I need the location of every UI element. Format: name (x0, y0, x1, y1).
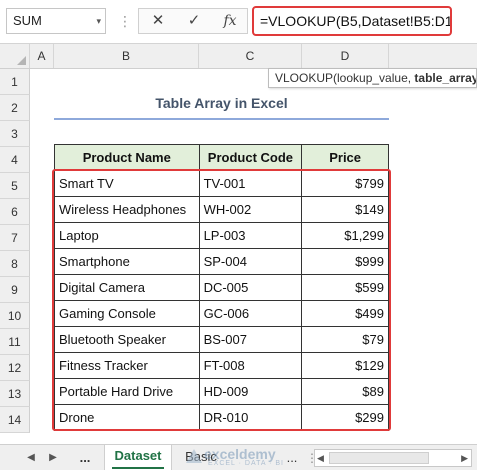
active-tab-indicator (112, 467, 164, 469)
header-product-name[interactable]: Product Name (54, 144, 200, 171)
column-header-b[interactable]: B (54, 44, 199, 68)
row-header[interactable]: 7 (0, 225, 30, 251)
cell-product-name[interactable]: Digital Camera (54, 274, 200, 301)
cell-price[interactable]: $799 (301, 170, 389, 197)
table-row: Drone DR-010 $299 (54, 404, 389, 431)
cell-price[interactable]: $999 (301, 248, 389, 275)
previous-sheet-icon[interactable]: ◀ (22, 448, 40, 468)
cell-price[interactable]: $499 (301, 300, 389, 327)
row-header[interactable]: 1 (0, 69, 30, 95)
row-header[interactable]: 2 (0, 95, 30, 121)
row-header[interactable]: 9 (0, 277, 30, 303)
cancel-icon[interactable]: ✕ (143, 9, 173, 33)
table-row: Portable Hard Drive HD-009 $89 (54, 378, 389, 405)
column-header-row: A B C D (0, 44, 477, 69)
formula-bar: SUM ▾ ⋮ ✕ ✓ fx =VLOOKUP(B5,Dataset!B5:D1… (0, 0, 477, 44)
name-box[interactable]: SUM ▾ (6, 8, 106, 34)
table-row: Gaming Console GC-006 $499 (54, 300, 389, 327)
cell-product-code[interactable]: TV-001 (198, 170, 303, 197)
table-row: Smart TV TV-001 $799 (54, 170, 389, 197)
watermark-tagline: EXCEL · DATA · BI (208, 460, 284, 467)
name-box-value: SUM (13, 13, 42, 28)
cell-price[interactable]: $1,299 (301, 222, 389, 249)
cell-price[interactable]: $299 (301, 404, 389, 431)
table-row: Digital Camera DC-005 $599 (54, 274, 389, 301)
column-header-c[interactable]: C (199, 44, 302, 68)
cell-product-code[interactable]: HD-009 (198, 378, 303, 405)
cell-product-code[interactable]: FT-008 (198, 352, 303, 379)
cell-product-code[interactable]: BS-007 (198, 326, 303, 353)
formula-buttons: ✕ ✓ fx (138, 8, 248, 34)
tooltip-active-arg: table_array (414, 71, 477, 85)
cell-price[interactable]: $89 (301, 378, 389, 405)
scroll-left-icon[interactable]: ◀ (317, 450, 324, 466)
cell-product-name[interactable]: Drone (54, 404, 200, 431)
cell-product-name[interactable]: Fitness Tracker (54, 352, 200, 379)
title-underline (54, 118, 389, 120)
more-sheets-right-button[interactable]: ... (282, 448, 302, 468)
row-header[interactable]: 12 (0, 355, 30, 381)
table-row: Laptop LP-003 $1,299 (54, 222, 389, 249)
insert-function-icon[interactable]: fx (215, 9, 245, 33)
cell-product-name[interactable]: Laptop (54, 222, 200, 249)
sheet-title: Table Array in Excel (155, 95, 288, 111)
cell-price[interactable]: $599 (301, 274, 389, 301)
row-header[interactable]: 6 (0, 199, 30, 225)
header-product-code[interactable]: Product Code (198, 144, 303, 171)
drag-handle-icon[interactable]: ⋮ (118, 10, 132, 32)
table-row: Bluetooth Speaker BS-007 $79 (54, 326, 389, 353)
cell-product-name[interactable]: Smartphone (54, 248, 200, 275)
cell-product-code[interactable]: SP-004 (198, 248, 303, 275)
cell-product-code[interactable]: WH-002 (198, 196, 303, 223)
row-header[interactable]: 5 (0, 173, 30, 199)
row-header[interactable]: 3 (0, 121, 30, 147)
row-header[interactable]: 14 (0, 407, 30, 433)
more-sheets-left-button[interactable]: ... (72, 448, 98, 468)
cell-product-code[interactable]: LP-003 (198, 222, 303, 249)
cell-price[interactable]: $129 (301, 352, 389, 379)
column-header-d[interactable]: D (302, 44, 389, 68)
horizontal-scrollbar[interactable]: ◀ ▶ (314, 449, 472, 467)
select-all-corner[interactable] (0, 44, 30, 68)
select-all-icon (17, 56, 26, 65)
row-header[interactable]: 8 (0, 251, 30, 277)
tooltip-text: VLOOKUP(lookup_value, (275, 71, 415, 85)
enter-icon[interactable]: ✓ (179, 9, 209, 33)
column-header-a[interactable]: A (30, 44, 54, 68)
scroll-right-icon[interactable]: ▶ (461, 450, 468, 466)
next-sheet-icon[interactable]: ▶ (44, 448, 62, 468)
table-header-row: Product Name Product Code Price (54, 144, 389, 171)
exceldemy-logo-icon (186, 449, 202, 463)
cell-product-name[interactable]: Smart TV (54, 170, 200, 197)
cell-product-code[interactable]: DC-005 (198, 274, 303, 301)
tab-splitter-handle[interactable]: ⋮ (306, 450, 318, 466)
table-row: Wireless Headphones WH-002 $149 (54, 196, 389, 223)
formula-input[interactable]: =VLOOKUP(B5,Dataset!B5:D14 (252, 6, 452, 36)
cell-product-name[interactable]: Wireless Headphones (54, 196, 200, 223)
cell-product-name[interactable]: Bluetooth Speaker (54, 326, 200, 353)
function-tooltip[interactable]: VLOOKUP(lookup_value, table_array, (268, 68, 477, 88)
cell-product-name[interactable]: Portable Hard Drive (54, 378, 200, 405)
row-header[interactable]: 10 (0, 303, 30, 329)
sheet-tab-bar: ◀ ▶ ... Dataset Basic exceldemy EXCEL · … (0, 444, 477, 470)
cell-price[interactable]: $149 (301, 196, 389, 223)
row-header[interactable]: 11 (0, 329, 30, 355)
cell-price[interactable]: $79 (301, 326, 389, 353)
row-header[interactable]: 13 (0, 381, 30, 407)
cell-product-code[interactable]: DR-010 (198, 404, 303, 431)
row-header[interactable]: 4 (0, 147, 30, 173)
cell-product-name[interactable]: Gaming Console (54, 300, 200, 327)
cell-product-code[interactable]: GC-006 (198, 300, 303, 327)
scrollbar-thumb[interactable] (329, 452, 429, 464)
table-row: Fitness Tracker FT-008 $129 (54, 352, 389, 379)
header-price[interactable]: Price (301, 144, 389, 171)
table-row: Smartphone SP-004 $999 (54, 248, 389, 275)
product-table: Product Name Product Code Price Smart TV… (54, 144, 389, 431)
chevron-down-icon[interactable]: ▾ (96, 9, 101, 33)
